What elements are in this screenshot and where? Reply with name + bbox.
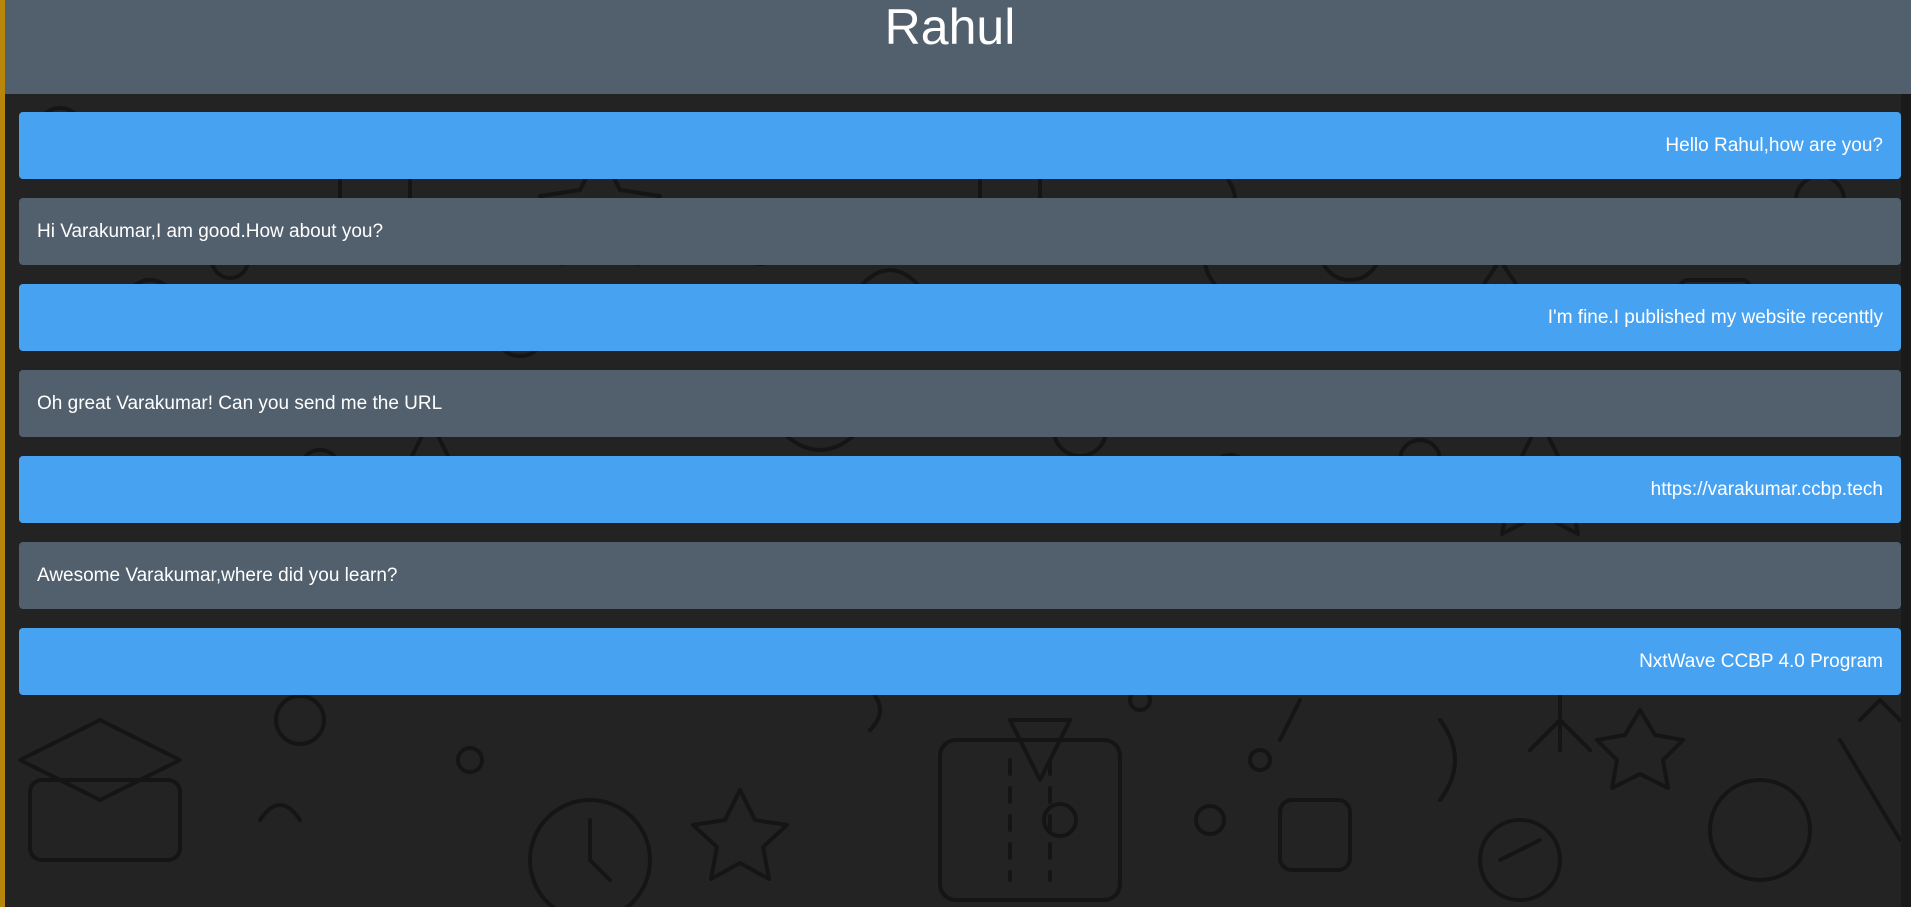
message-sent: I'm fine.I published my website recenttl… <box>19 284 1901 351</box>
chat-header: Rahul <box>0 0 1911 94</box>
message-text: I'm fine.I published my website recenttl… <box>1547 306 1883 328</box>
message-sent: NxtWave CCBP 4.0 Program <box>19 628 1901 695</box>
message-text: Awesome Varakumar,where did you learn? <box>37 564 398 586</box>
message-received: Hi Varakumar,I am good.How about you? <box>19 198 1901 265</box>
message-list: Hello Rahul,how are you? Hi Varakumar,I … <box>19 112 1901 714</box>
left-edge-border <box>0 0 5 907</box>
right-scroll-edge <box>1901 94 1911 907</box>
message-text: NxtWave CCBP 4.0 Program <box>1639 650 1883 672</box>
message-received: Awesome Varakumar,where did you learn? <box>19 542 1901 609</box>
message-received: Oh great Varakumar! Can you send me the … <box>19 370 1901 437</box>
message-text: Oh great Varakumar! Can you send me the … <box>37 392 443 414</box>
contact-name-title: Rahul <box>884 0 1016 56</box>
message-sent: https://varakumar.ccbp.tech <box>19 456 1901 523</box>
message-text: Hi Varakumar,I am good.How about you? <box>37 220 384 242</box>
chat-app: Rahul Hello Rahul,how are you? Hi Varaku… <box>0 0 1911 907</box>
message-text: https://varakumar.ccbp.tech <box>1650 478 1883 500</box>
message-text: Hello Rahul,how are you? <box>1665 134 1883 156</box>
message-sent: Hello Rahul,how are you? <box>19 112 1901 179</box>
